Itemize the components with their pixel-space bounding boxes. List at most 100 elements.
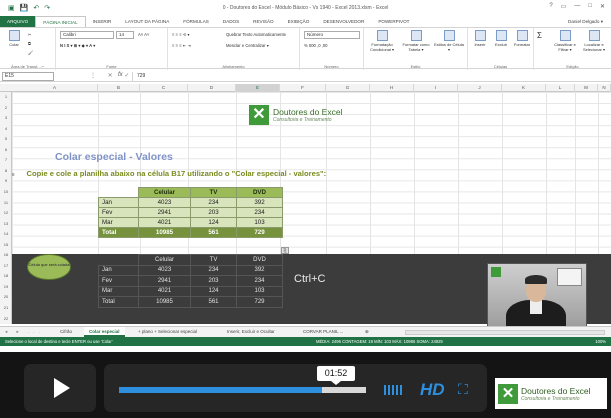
user-account[interactable]: Daniel Delgado ▾ bbox=[568, 19, 603, 25]
row-header[interactable]: 18 bbox=[0, 273, 12, 278]
tab-developer[interactable]: DESENVOLVEDOR bbox=[316, 16, 371, 27]
table-cell[interactable]: 203 bbox=[190, 207, 237, 218]
total-cell[interactable]: 729 bbox=[236, 296, 283, 308]
maximize-icon[interactable]: □ bbox=[588, 3, 592, 10]
row-header[interactable]: 21 bbox=[0, 305, 12, 310]
merge-center-button[interactable]: Mesclar e Centralizar ▾ bbox=[226, 43, 269, 48]
volume-icon[interactable] bbox=[384, 385, 402, 395]
total-label-cell[interactable]: Total bbox=[98, 296, 139, 308]
table-cell[interactable]: 234 bbox=[236, 275, 283, 287]
column-header[interactable]: D bbox=[188, 84, 236, 92]
source-header-cell[interactable]: TV bbox=[190, 187, 237, 198]
tab-formulas[interactable]: FÓRMULAS bbox=[176, 16, 216, 27]
row-header[interactable]: 10 bbox=[0, 189, 12, 194]
player-brand-logo[interactable]: ✕ Doutores do Excel Consultoria e Treina… bbox=[495, 378, 607, 409]
font-name-select[interactable]: Calibri bbox=[60, 31, 114, 39]
name-box[interactable]: E15 bbox=[2, 72, 54, 81]
font-grow-shrink-icon[interactable]: A˄ A˅ bbox=[138, 32, 149, 37]
row-header[interactable]: 14 bbox=[0, 231, 12, 236]
row-header[interactable]: 11 bbox=[0, 200, 12, 205]
tab-home[interactable]: PÁGINA INICIAL bbox=[35, 16, 86, 27]
row-header[interactable]: 4 bbox=[0, 126, 12, 131]
table-cell[interactable]: 392 bbox=[236, 197, 283, 208]
format-cells-button[interactable]: Formatar bbox=[512, 30, 532, 47]
source-table[interactable]: Celular TV DVD Jan 4023 234 392 Fev 2941… bbox=[98, 187, 283, 238]
column-header[interactable]: G bbox=[326, 84, 370, 92]
wrap-text-button[interactable]: Quebrar Texto Automaticamente bbox=[226, 32, 286, 37]
autosum-icon[interactable]: Σ bbox=[537, 31, 542, 40]
table-cell[interactable]: 392 bbox=[236, 264, 283, 276]
row-header[interactable]: 15 bbox=[0, 242, 12, 247]
table-cell[interactable]: 124 bbox=[190, 217, 237, 228]
pasted-header-cell[interactable]: TV bbox=[190, 254, 237, 266]
table-cell[interactable]: 234 bbox=[190, 197, 237, 208]
total-cell[interactable]: 10985 bbox=[138, 227, 191, 238]
source-header-cell[interactable]: Celular bbox=[138, 187, 191, 198]
minimize-icon[interactable]: — bbox=[574, 3, 580, 10]
row-header[interactable]: 22 bbox=[0, 316, 12, 321]
close-icon[interactable]: ✕ bbox=[600, 3, 605, 10]
table-cell[interactable]: 4023 bbox=[138, 197, 191, 208]
table-cell[interactable]: 103 bbox=[236, 217, 283, 228]
tab-file[interactable]: ARQUIVO bbox=[0, 16, 36, 27]
fullscreen-icon[interactable]: ⛶ bbox=[458, 381, 468, 398]
sheet-tab[interactable]: Inserir, Excluir e Ocultar bbox=[222, 327, 280, 337]
table-cell[interactable]: 124 bbox=[190, 285, 237, 297]
insert-cells-button[interactable]: Inserir bbox=[470, 30, 490, 47]
ribbon-display-icon[interactable]: ▭ bbox=[561, 3, 567, 10]
sheet-tab[interactable]: + plano + Selecionar especial bbox=[133, 327, 202, 337]
table-cell[interactable]: 103 bbox=[236, 285, 283, 297]
sort-filter-button[interactable]: Classificar e Filtrar ▾ bbox=[552, 30, 578, 52]
column-header[interactable]: J bbox=[458, 84, 502, 92]
horizontal-scrollbar[interactable] bbox=[405, 330, 605, 335]
total-cell[interactable]: 729 bbox=[236, 227, 283, 238]
insert-function-icon[interactable]: fx bbox=[118, 72, 123, 78]
formula-cancel-enter-icons[interactable]: ⋮ ✕ ✓ bbox=[90, 72, 134, 79]
column-header[interactable]: L bbox=[546, 84, 575, 92]
column-header[interactable]: H bbox=[370, 84, 414, 92]
tab-powerpivot[interactable]: POWERPIVOT bbox=[371, 16, 416, 27]
row-header[interactable]: 20 bbox=[0, 294, 12, 299]
row-header[interactable]: 16 bbox=[0, 252, 12, 257]
tab-insert[interactable]: INSERIR bbox=[86, 16, 119, 27]
play-button[interactable] bbox=[24, 364, 96, 412]
column-header[interactable]: M bbox=[575, 84, 598, 92]
row-header[interactable]: 6 bbox=[0, 147, 12, 152]
align-left-row[interactable]: ≡ ≡ ≡ ⇤ ⇥ bbox=[172, 43, 191, 48]
column-header[interactable]: K bbox=[502, 84, 546, 92]
video-progress-bar[interactable] bbox=[119, 387, 366, 393]
font-size-select[interactable]: 14 bbox=[116, 31, 134, 39]
help-icon[interactable]: ? bbox=[549, 3, 552, 10]
paste-options-icon[interactable]: ⎘ bbox=[281, 247, 289, 254]
column-header[interactable]: C bbox=[140, 84, 188, 92]
copy-icon[interactable]: ⧉ bbox=[28, 41, 31, 46]
table-cell[interactable]: 203 bbox=[190, 275, 237, 287]
column-header[interactable]: I bbox=[414, 84, 458, 92]
row-header[interactable]: 17 bbox=[0, 263, 12, 268]
tab-view[interactable]: EXIBIÇÃO bbox=[281, 16, 317, 27]
paste-button[interactable]: Colar bbox=[4, 30, 24, 47]
sheet-tab[interactable]: CORVAR PLANIL ... bbox=[298, 327, 348, 337]
number-format-select[interactable]: Número bbox=[304, 31, 360, 39]
sheet-tab-active[interactable]: Colar especial bbox=[84, 327, 125, 337]
total-label-cell[interactable]: Total bbox=[98, 227, 139, 238]
column-header[interactable]: B bbox=[98, 84, 140, 92]
cut-icon[interactable]: ✂ bbox=[28, 32, 32, 37]
table-cell[interactable]: 4023 bbox=[138, 264, 191, 276]
conditional-formatting-button[interactable]: Formatação Condicional ▾ bbox=[366, 30, 398, 52]
row-header[interactable]: 19 bbox=[0, 284, 12, 289]
table-cell[interactable]: 4021 bbox=[138, 217, 191, 228]
cell-styles-button[interactable]: Estilos de Célula ▾ bbox=[434, 30, 464, 52]
format-as-table-button[interactable]: Formatar como Tabela ▾ bbox=[400, 30, 432, 52]
tab-review[interactable]: REVISÃO bbox=[246, 16, 280, 27]
pasted-header-cell[interactable]: DVD bbox=[236, 254, 283, 266]
bold-italic-underline[interactable]: N I S ▾ ⊞ ▾ ◆ ▾ A ▾ bbox=[60, 43, 95, 48]
source-header-cell[interactable]: DVD bbox=[236, 187, 283, 198]
tab-data[interactable]: DADOS bbox=[216, 16, 246, 27]
row-header[interactable]: 12 bbox=[0, 210, 12, 215]
row-label-cell[interactable]: Jan bbox=[98, 197, 139, 208]
table-cell[interactable]: 4021 bbox=[138, 285, 191, 297]
sheet-nav-arrows[interactable]: ◂ ▸ ... bbox=[5, 329, 44, 335]
add-sheet-icon[interactable]: ⊕ bbox=[360, 327, 374, 337]
sheet-tab[interactable]: Cifrão bbox=[55, 327, 77, 337]
